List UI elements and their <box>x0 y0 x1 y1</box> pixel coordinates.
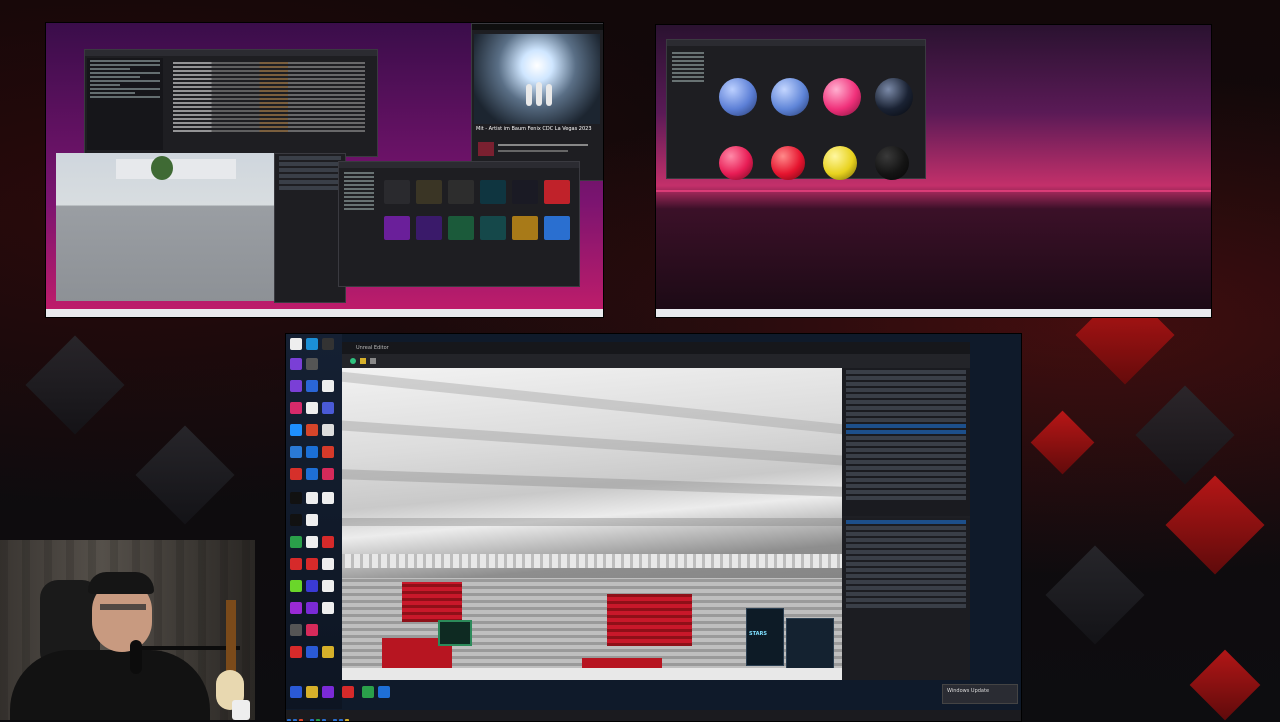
settings-icon[interactable] <box>370 358 376 364</box>
decor-cube <box>25 335 125 435</box>
taskbar[interactable] <box>46 309 603 317</box>
app-icon[interactable] <box>306 646 318 658</box>
app-icon[interactable] <box>322 338 334 350</box>
material-sphere[interactable] <box>875 78 913 116</box>
stadium-viewport[interactable]: STARS <box>342 368 842 680</box>
desktop-file-icon[interactable] <box>290 338 302 350</box>
app-icon[interactable] <box>306 424 318 436</box>
video-thumbnail[interactable] <box>474 34 600 124</box>
decor-cube <box>1135 385 1235 485</box>
desktop-icons <box>286 334 342 709</box>
app-icon[interactable] <box>322 686 334 698</box>
editor-menubar[interactable]: Unreal Editor <box>342 342 970 354</box>
pinned-apps <box>286 682 416 700</box>
material-sphere[interactable] <box>771 78 809 116</box>
blueprint-icon[interactable] <box>360 358 366 364</box>
decor-cube <box>1045 545 1145 645</box>
app-icon[interactable] <box>322 446 334 458</box>
seat-block <box>607 594 692 646</box>
app-icon[interactable] <box>306 602 318 614</box>
app-icon[interactable] <box>322 402 334 414</box>
desktop-file-icon[interactable] <box>322 380 334 392</box>
app-icon[interactable] <box>306 446 318 458</box>
notification-toast[interactable]: Windows Update <box>942 684 1018 704</box>
code-editor-window[interactable] <box>84 49 378 157</box>
editor-window-title: Unreal Editor <box>356 345 389 351</box>
video-title[interactable]: Mit - Artist im Baum Fenix CDC La Vegas … <box>476 126 598 132</box>
3d-viewport[interactable] <box>56 153 274 301</box>
app-icon[interactable] <box>290 686 302 698</box>
app-icon[interactable] <box>290 514 302 526</box>
app-icon[interactable] <box>362 686 374 698</box>
desktop-file-icon[interactable] <box>306 402 318 414</box>
app-icon[interactable] <box>322 468 334 480</box>
decor-cube <box>135 425 235 525</box>
app-icon[interactable] <box>306 380 318 392</box>
sponsor-banner: STARS <box>746 608 784 666</box>
content-browser-window[interactable] <box>338 161 580 287</box>
decor-cube <box>1189 649 1261 721</box>
video-player-window[interactable]: Mit - Artist im Baum Fenix CDC La Vegas … <box>471 23 603 181</box>
editor-window[interactable]: Unreal Editor STARS <box>342 342 970 680</box>
details-panel[interactable] <box>274 153 346 303</box>
app-icon[interactable] <box>306 686 318 698</box>
top-left-monitor: Mit - Artist im Baum Fenix CDC La Vegas … <box>45 22 604 318</box>
material-sphere[interactable] <box>719 78 757 116</box>
app-icon[interactable] <box>306 338 318 350</box>
material-sphere[interactable] <box>875 146 909 180</box>
top-right-monitor <box>655 24 1212 318</box>
decor-cube <box>1030 410 1095 475</box>
details-panel[interactable] <box>842 518 970 680</box>
decor-cube <box>1165 475 1265 575</box>
desktop-file-icon[interactable] <box>322 558 334 570</box>
app-icon[interactable] <box>290 646 302 658</box>
app-icon[interactable] <box>322 536 334 548</box>
app-icon[interactable] <box>290 468 302 480</box>
app-icon[interactable] <box>290 492 302 504</box>
app-icon[interactable] <box>322 424 334 436</box>
app-icon[interactable] <box>378 686 390 698</box>
app-icon[interactable] <box>290 624 302 636</box>
taskbar[interactable] <box>286 710 1021 721</box>
outliner-panel[interactable] <box>842 368 970 516</box>
app-icon[interactable] <box>290 558 302 570</box>
material-sphere[interactable] <box>771 146 805 180</box>
editor-toolbar[interactable] <box>342 354 970 368</box>
app-icon[interactable] <box>322 646 334 658</box>
app-icon[interactable] <box>290 402 302 414</box>
app-icon[interactable] <box>342 686 354 698</box>
desktop-file-icon[interactable] <box>322 580 334 592</box>
notification-text: Windows Update <box>947 688 990 694</box>
material-browser-window[interactable] <box>666 39 926 180</box>
app-icon[interactable] <box>290 380 302 392</box>
app-icon[interactable] <box>306 580 318 592</box>
app-icon[interactable] <box>290 580 302 592</box>
app-icon[interactable] <box>290 536 302 548</box>
main-monitor: Unreal Editor STARS Windows Update <box>285 333 1022 722</box>
app-icon[interactable] <box>290 358 302 370</box>
app-icon[interactable] <box>306 624 318 636</box>
material-sphere[interactable] <box>823 78 861 116</box>
seat-block <box>402 582 462 622</box>
app-icon[interactable] <box>290 446 302 458</box>
webcam-feed <box>0 540 255 720</box>
desktop-file-icon[interactable] <box>322 602 334 614</box>
material-sphere[interactable] <box>823 146 857 180</box>
taskbar[interactable] <box>656 309 1211 317</box>
desktop-file-icon[interactable] <box>306 536 318 548</box>
app-icon[interactable] <box>290 602 302 614</box>
scoreboard <box>438 620 472 646</box>
app-icon[interactable] <box>306 358 318 370</box>
banner-text: STARS <box>749 631 767 637</box>
app-icon[interactable] <box>306 558 318 570</box>
play-icon[interactable] <box>350 358 356 364</box>
app-icon[interactable] <box>290 424 302 436</box>
desktop-file-icon[interactable] <box>306 492 318 504</box>
desktop-file-icon[interactable] <box>322 492 334 504</box>
material-sphere[interactable] <box>719 146 753 180</box>
app-icon[interactable] <box>306 468 318 480</box>
desktop-file-icon[interactable] <box>306 514 318 526</box>
